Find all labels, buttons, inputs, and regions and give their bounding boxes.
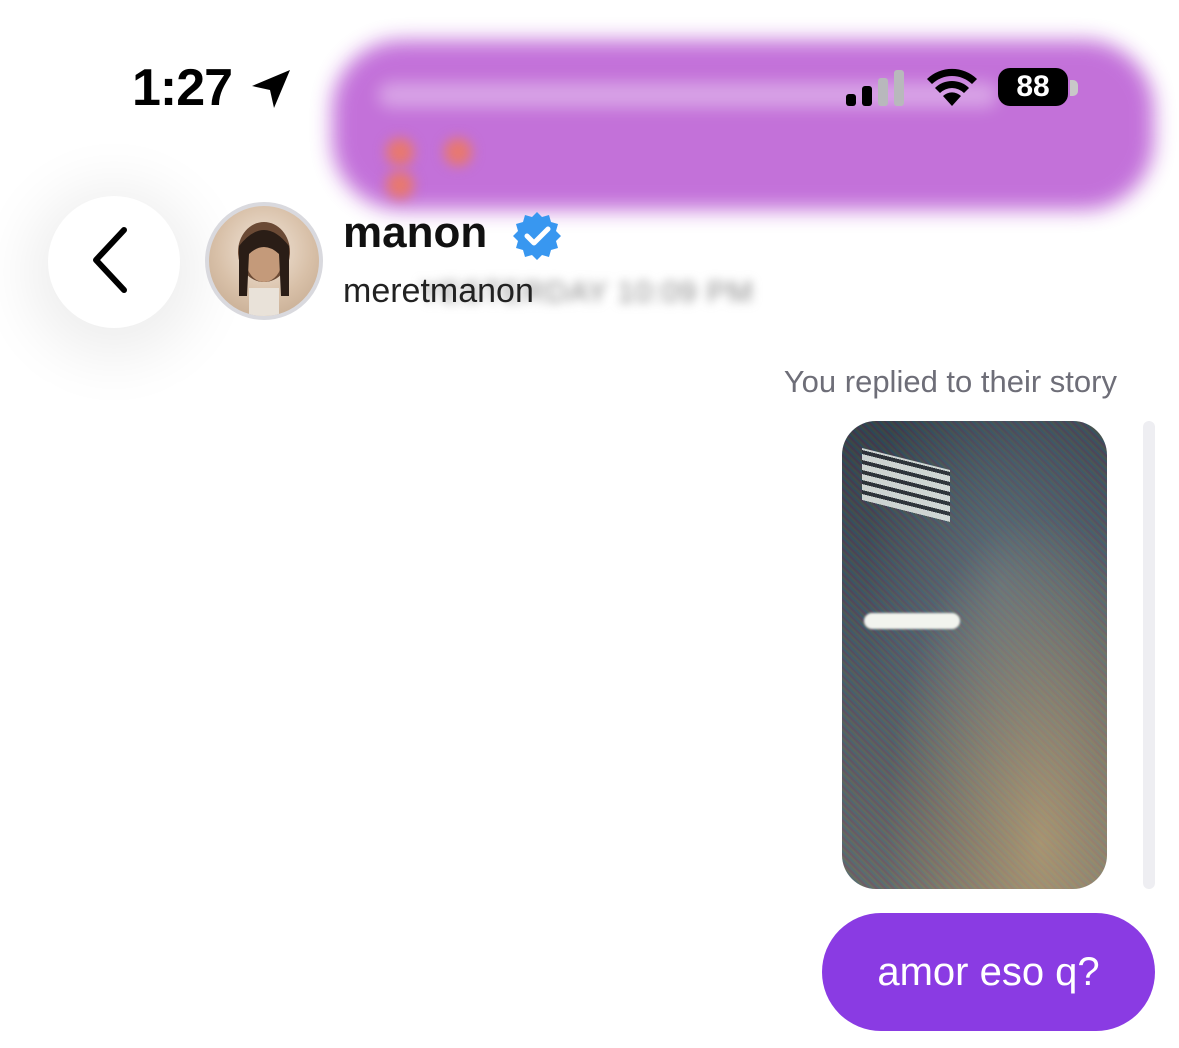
battery-indicator: 88 bbox=[998, 68, 1068, 106]
profile-photo bbox=[238, 222, 290, 316]
story-ceiling-light bbox=[864, 613, 960, 629]
story-thumbnail[interactable] bbox=[842, 421, 1107, 889]
location-arrow-icon bbox=[252, 70, 290, 108]
avatar[interactable] bbox=[205, 202, 323, 320]
story-ceiling-light bbox=[862, 448, 950, 522]
notification-banner[interactable] bbox=[332, 40, 1154, 210]
username[interactable]: meretmanon bbox=[343, 272, 534, 311]
story-reply-caption: You replied to their story bbox=[783, 364, 1117, 399]
battery-tip bbox=[1070, 80, 1078, 96]
status-bar: 1:27 88 bbox=[0, 0, 1179, 210]
story-reply-bar bbox=[1143, 421, 1155, 889]
chevron-left-icon bbox=[93, 227, 127, 293]
status-time: 1:27 bbox=[132, 59, 233, 117]
back-button[interactable] bbox=[48, 196, 180, 328]
verified-badge-icon bbox=[513, 212, 561, 260]
notification-banner-emojis-blurred bbox=[386, 138, 556, 199]
message-text: amor eso q? bbox=[877, 950, 1100, 994]
message-bubble[interactable]: amor eso q? bbox=[822, 913, 1155, 1031]
wifi-icon bbox=[927, 68, 977, 106]
display-name[interactable]: manon bbox=[343, 208, 487, 258]
cellular-signal-icon bbox=[846, 70, 904, 106]
